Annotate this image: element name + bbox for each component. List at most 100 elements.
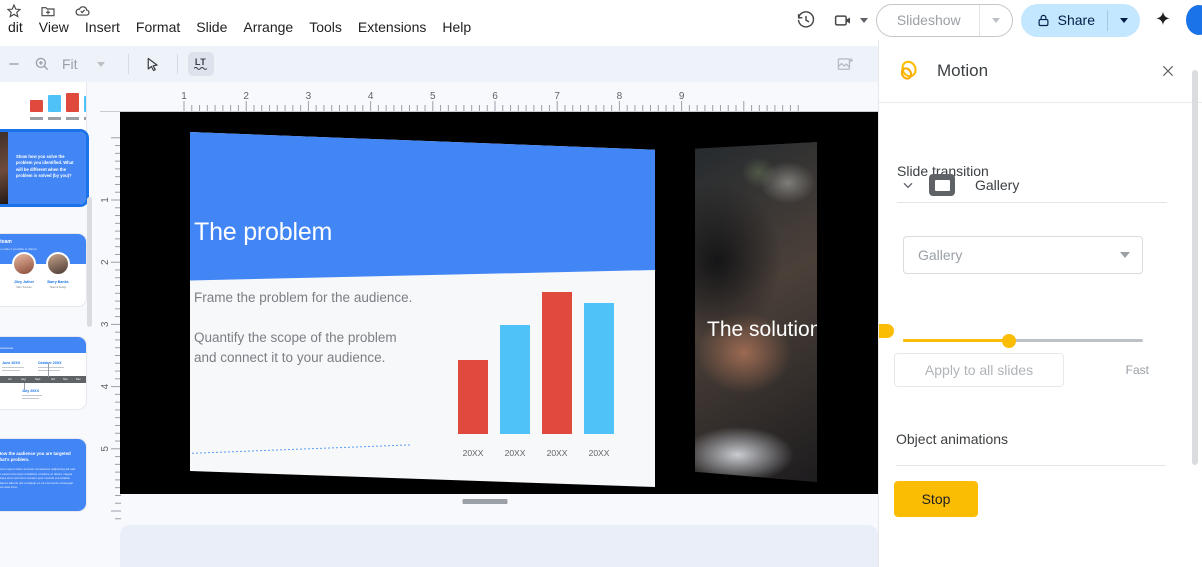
transition-summary-row[interactable]: Gallery	[897, 174, 1019, 196]
chevron-down-icon	[1120, 252, 1130, 258]
menu-arrange[interactable]: Arrange	[235, 14, 301, 40]
share-button[interactable]: Share	[1020, 3, 1140, 37]
slide-thumbnail-4[interactable]: and overcame. Jun Jul Aug Sept Oct Nov D…	[0, 337, 86, 409]
timeline-month: Dec	[76, 377, 81, 381]
zoom-icon[interactable]	[28, 50, 56, 78]
stop-button[interactable]: Stop	[894, 481, 978, 517]
toolbar-right	[830, 49, 878, 79]
slideshow-label: Slideshow	[896, 11, 961, 28]
record-video-group[interactable]	[829, 5, 868, 35]
timeline-marker: June 20XX	[2, 361, 21, 365]
zoom-level-label[interactable]: Fit	[56, 56, 84, 72]
panel-scrollbar[interactable]	[1192, 70, 1198, 465]
timeline-axis	[0, 376, 86, 383]
svg-text:6: 6	[492, 91, 498, 102]
member-name: Jiley Juther	[14, 280, 34, 284]
slide-thumbnail-2-selected[interactable]: Show how you solve the problem you ident…	[0, 132, 86, 204]
list-item[interactable]: and overcame. Jun Jul Aug Sept Oct Nov D…	[0, 337, 86, 409]
zoom-dropdown-button[interactable]	[84, 61, 118, 67]
svg-text:4: 4	[368, 91, 374, 102]
menu-view[interactable]: View	[31, 14, 77, 40]
svg-text:1: 1	[181, 91, 187, 102]
member-role: CEO, Founder	[16, 286, 32, 289]
transition-type-value: Gallery	[918, 247, 963, 263]
menu-extensions[interactable]: Extensions	[350, 14, 434, 40]
divider	[897, 202, 1167, 203]
incoming-slide[interactable]: The solution	[695, 142, 817, 482]
motion-panel-header: Motion	[879, 40, 1202, 103]
horizontal-ruler[interactable]: 1 2 3 4 5 6 7 8 9	[100, 90, 878, 112]
timeline-month: Sept	[35, 377, 41, 381]
avatar[interactable]	[1186, 5, 1202, 35]
chart-x-label: 20XX	[546, 448, 568, 458]
record-video-caret-icon[interactable]	[859, 17, 868, 23]
timeline-month: Nov	[63, 377, 68, 381]
chart-x-label: 20XX	[588, 448, 610, 458]
list-item[interactable]: How the audience you are targeted that's…	[0, 439, 86, 511]
slideshow-button[interactable]: Slideshow	[875, 3, 1013, 37]
outgoing-slide[interactable]: The problem Frame the problem for the au…	[190, 132, 655, 487]
timeline-month: Oct	[51, 377, 56, 381]
menu-slide[interactable]: Slide	[188, 14, 235, 40]
share-main[interactable]: Share	[1021, 4, 1107, 37]
slide-thumbnail-5[interactable]: How the audience you are targeted that's…	[0, 439, 86, 511]
chevron-down-icon	[96, 61, 105, 67]
member-name: Barry Banks	[47, 280, 69, 284]
svg-text:1: 1	[100, 197, 111, 203]
list-item[interactable]: e team who made it possible to deliver J…	[0, 234, 86, 306]
svg-text:9: 9	[679, 91, 685, 102]
timeline-month: Jul	[8, 377, 12, 381]
speed-marker-tab	[879, 324, 894, 338]
chevron-down-icon	[1120, 17, 1128, 23]
thumbnail-chart	[30, 93, 86, 112]
sparkle-icon[interactable]	[1148, 5, 1178, 35]
slide-canvas[interactable]: The problem Frame the problem for the au…	[120, 112, 878, 494]
slide-title: The solution	[707, 318, 817, 341]
svg-text:2: 2	[100, 259, 111, 265]
transition-type-select[interactable]: Gallery	[903, 236, 1143, 274]
share-options-button[interactable]	[1108, 17, 1140, 23]
menu-insert[interactable]: Insert	[77, 14, 128, 40]
hands-on-keyboard-photo	[695, 142, 817, 482]
svg-text:4: 4	[100, 383, 111, 389]
languagetool-icon[interactable]: LT	[187, 52, 214, 76]
chart-x-label: 20XX	[504, 448, 526, 458]
version-history-icon[interactable]	[791, 5, 821, 35]
languagetool-label: LT	[194, 57, 207, 67]
chart-bars	[458, 292, 618, 434]
transition-speed-slider[interactable]	[903, 334, 1143, 348]
bar-chart[interactable]: 20XX 20XX 20XX 20XX	[458, 282, 618, 472]
thumbnail-subtitle: and overcame.	[0, 346, 14, 350]
slide-filmstrip[interactable]: Show how you solve the problem you ident…	[0, 82, 92, 567]
avatar	[12, 252, 36, 276]
svg-text:2: 2	[243, 91, 249, 102]
timeline-marker: October 20XX	[38, 361, 62, 365]
canvas-resize-handle[interactable]	[462, 499, 508, 504]
menu-edit[interactable]: dit	[0, 14, 31, 40]
thumbnail-title: e team	[0, 239, 12, 245]
chart-x-labels: 20XX 20XX 20XX 20XX	[458, 448, 618, 458]
menu-tools[interactable]: Tools	[301, 14, 350, 40]
menu-help[interactable]: Help	[434, 14, 479, 40]
slideshow-options-button[interactable]	[980, 17, 1012, 23]
thumbnail-photo	[0, 132, 8, 204]
editor-area: 1 2 3 4 5 6 7 8 9 1 2 3 4 5 The problem Frame the pr…	[92, 82, 878, 567]
cursor-arrow-icon[interactable]	[139, 50, 167, 78]
divider	[127, 54, 129, 74]
speaker-notes-area[interactable]	[120, 525, 878, 567]
close-icon[interactable]	[1154, 57, 1182, 85]
slider-thumb[interactable]	[1002, 334, 1016, 348]
menu-bar: dit View Insert Format Slide Arrange Too…	[0, 14, 479, 40]
list-item[interactable]: Show how you solve the problem you ident…	[0, 132, 86, 204]
chevron-down-icon[interactable]	[897, 174, 919, 196]
menu-format[interactable]: Format	[128, 14, 188, 40]
insert-image-icon[interactable]	[830, 49, 860, 79]
toolbar-overflow-icon[interactable]	[0, 50, 28, 78]
svg-text:8: 8	[617, 91, 623, 102]
vertical-ruler[interactable]: 1 2 3 4 5	[100, 112, 122, 532]
chart-baseline	[190, 444, 410, 457]
svg-text:5: 5	[100, 446, 111, 452]
slide-thumbnail-3[interactable]: e team who made it possible to deliver J…	[0, 234, 86, 306]
record-video-icon[interactable]	[829, 5, 859, 35]
apply-to-all-slides-button[interactable]: Apply to all slides	[894, 353, 1064, 387]
